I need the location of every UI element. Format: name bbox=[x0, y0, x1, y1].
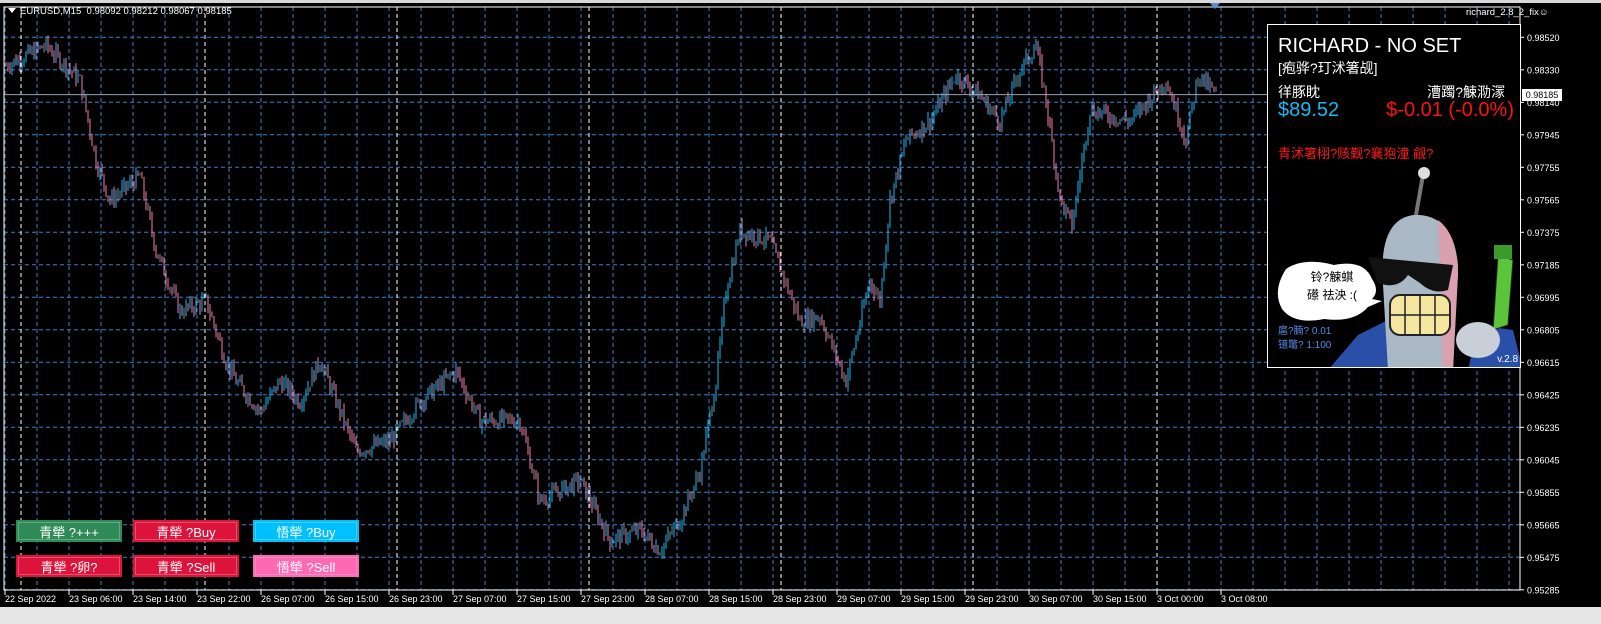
chart-shift-marker-icon bbox=[1210, 3, 1220, 9]
price-axis-label: 0.97755 bbox=[1527, 163, 1560, 173]
time-axis-label: 3 Oct 00:00 bbox=[1157, 594, 1204, 604]
price-axis-label: 0.95475 bbox=[1527, 553, 1560, 563]
open-all-button[interactable]: 青犖 ?+++ bbox=[16, 520, 122, 542]
price-axis-label: 0.97565 bbox=[1527, 195, 1560, 205]
price-axis-label: 0.95855 bbox=[1527, 488, 1560, 498]
time-axis-label: 22 Sep 2022 bbox=[5, 594, 56, 604]
buy-button[interactable]: 青犖 ?Buy bbox=[133, 520, 239, 542]
time-axis-label: 28 Sep 07:00 bbox=[645, 594, 699, 604]
current-price-label: 0.98185 bbox=[1522, 88, 1562, 101]
lot-info: 扈?腩? 0.01 镱鼈? 1:100 bbox=[1278, 325, 1331, 353]
ea-info-panel: RICHARD - NO SET [疱骅?玎沭箸觇] 徉豚眈 $89.52 漕躅… bbox=[1267, 24, 1521, 368]
dropdown-triangle-icon[interactable] bbox=[8, 8, 16, 13]
price-axis-label: 0.97375 bbox=[1527, 228, 1560, 238]
time-axis-label: 29 Sep 23:00 bbox=[965, 594, 1019, 604]
time-axis-label: 26 Sep 15:00 bbox=[325, 594, 379, 604]
price-axis-label: 0.98330 bbox=[1527, 65, 1560, 75]
time-axis-label: 23 Sep 14:00 bbox=[133, 594, 187, 604]
bubble-line-2: 礤 祛泱 :( bbox=[1307, 288, 1357, 302]
price-axis-label: 0.97945 bbox=[1527, 130, 1560, 140]
time-axis-label: 28 Sep 15:00 bbox=[709, 594, 763, 604]
price-axis-label: 0.96045 bbox=[1527, 455, 1560, 465]
close-all-button[interactable]: 青犖 ?卵? bbox=[16, 555, 122, 577]
price-axis-label: 0.96615 bbox=[1527, 358, 1560, 368]
close-sell-button[interactable]: 悟犖 ?Sell bbox=[253, 555, 359, 577]
version-label: v.2.8 bbox=[1497, 354, 1518, 365]
time-axis-label: 27 Sep 23:00 bbox=[581, 594, 635, 604]
lot-size-text: 扈?腩? 0.01 bbox=[1278, 326, 1332, 337]
time-axis-label: 23 Sep 06:00 bbox=[69, 594, 123, 604]
price-axis-label: 0.96235 bbox=[1527, 423, 1560, 433]
leverage-text: 镱鼈? 1:100 bbox=[1278, 340, 1332, 351]
price-axis-label: 0.96995 bbox=[1527, 293, 1560, 303]
time-axis-label: 26 Sep 23:00 bbox=[389, 594, 443, 604]
profit-value: $-0.01 (-0.0%) bbox=[1386, 99, 1514, 121]
time-axis-label: 30 Sep 15:00 bbox=[1093, 594, 1147, 604]
bubble-line-1: 铃?觫蜞 bbox=[1310, 270, 1354, 284]
price-axis-label: 0.95285 bbox=[1527, 585, 1560, 595]
price-axis-label: 0.96425 bbox=[1527, 390, 1560, 400]
time-axis-label: 27 Sep 15:00 bbox=[517, 594, 571, 604]
panel-subtitle: [疱骅?玎沭箸觇] bbox=[1278, 60, 1378, 76]
chart-symbol-header: EURUSD,M15 0.98092 0.98212 0.98067 0.981… bbox=[8, 6, 232, 17]
panel-title: RICHARD - NO SET bbox=[1278, 35, 1462, 57]
speech-bubble-text: 铃?觫蜞礤 祛泱 :( bbox=[1296, 268, 1368, 304]
symbol-label: EURUSD,M15 bbox=[20, 6, 82, 17]
time-axis-label: 3 Oct 08:00 bbox=[1221, 594, 1268, 604]
time-axis-label: 30 Sep 07:00 bbox=[1029, 594, 1083, 604]
time-axis-label: 23 Sep 22:00 bbox=[197, 594, 251, 604]
price-axis-label: 0.98520 bbox=[1527, 33, 1560, 43]
time-axis-label: 28 Sep 23:00 bbox=[773, 594, 827, 604]
expert-name-label: richard_2.8_2_fix bbox=[1466, 7, 1539, 18]
sell-button[interactable]: 青犖 ?Sell bbox=[133, 555, 239, 577]
ohlc-values: 0.98092 0.98212 0.98067 0.98185 bbox=[86, 6, 232, 17]
price-axis-label: 0.96805 bbox=[1527, 325, 1560, 335]
price-axis-label: 0.97185 bbox=[1527, 260, 1560, 270]
window-bottom-border bbox=[0, 607, 1601, 624]
time-axis-label: 29 Sep 15:00 bbox=[901, 594, 955, 604]
balance-value: $89.52 bbox=[1278, 99, 1340, 121]
warning-text: 青沭箸栩?赅觐?襄狍潼 觎? bbox=[1278, 146, 1434, 161]
close-buy-button[interactable]: 悟犖 ?Buy bbox=[253, 520, 359, 542]
smiley-icon: ☺ bbox=[1538, 7, 1549, 18]
price-axis-label: 0.95665 bbox=[1527, 520, 1560, 530]
expert-advisor-name[interactable]: richard_2.8_2_fix☺ bbox=[1466, 7, 1549, 18]
time-axis-label: 26 Sep 07:00 bbox=[261, 594, 315, 604]
time-axis-label: 29 Sep 07:00 bbox=[837, 594, 891, 604]
time-axis-label: 27 Sep 07:00 bbox=[453, 594, 507, 604]
